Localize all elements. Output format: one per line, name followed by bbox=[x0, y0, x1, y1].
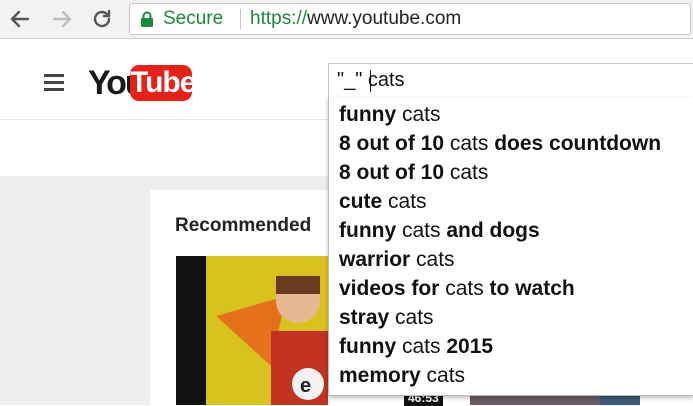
reload-button[interactable] bbox=[90, 7, 114, 31]
svg-text:e: e bbox=[300, 375, 311, 397]
suggestion-query-match: cats bbox=[389, 306, 434, 329]
address-divider bbox=[240, 9, 241, 29]
suggestion-item[interactable]: stray cats bbox=[339, 303, 434, 332]
suggestion-item[interactable]: funny cats bbox=[339, 100, 441, 129]
browser-toolbar: Secure https://www.youtube.com bbox=[0, 0, 693, 39]
thumbnail-image: e bbox=[176, 256, 328, 405]
suggestion-completion: does countdown bbox=[494, 132, 662, 155]
suggestion-completion: videos for bbox=[339, 277, 440, 300]
suggestion-query-match: cats bbox=[420, 364, 466, 387]
suggestion-query-match: cats bbox=[444, 161, 489, 184]
suggestion-completion: memory bbox=[339, 364, 421, 387]
security-label: Secure bbox=[163, 8, 224, 29]
suggestion-completion: to watch bbox=[489, 277, 575, 300]
suggestion-query-match: cats bbox=[410, 248, 455, 271]
arrow-right-icon bbox=[52, 10, 72, 28]
video-thumbnail[interactable]: e bbox=[176, 256, 328, 405]
suggestion-completion: funny bbox=[339, 103, 397, 126]
suggestion-completion: 8 out of 10 bbox=[339, 161, 445, 184]
suggestion-query-match: cats bbox=[382, 190, 427, 213]
suggestion-completion: 2015 bbox=[446, 335, 494, 358]
suggestion-completion: 8 out of 10 bbox=[339, 132, 445, 155]
suggestion-item[interactable]: cute cats bbox=[339, 187, 427, 216]
reload-icon bbox=[93, 9, 111, 28]
forward-button[interactable] bbox=[50, 7, 74, 31]
url-scheme: https:// bbox=[250, 8, 308, 29]
suggestion-item[interactable]: warrior cats bbox=[339, 245, 455, 274]
suggestion-query-match: cats bbox=[444, 132, 495, 155]
search-suggestions-dropdown: funny cats 8 out of 10 cats does countdow… bbox=[328, 97, 693, 396]
suggestion-query-match: cats bbox=[396, 335, 447, 358]
suggestion-completion: funny bbox=[339, 335, 397, 358]
suggestion-item[interactable]: 8 out of 10 cats does countdown bbox=[339, 129, 661, 158]
menu-icon[interactable] bbox=[44, 74, 64, 91]
suggestion-completion: and dogs bbox=[446, 219, 540, 242]
url-text[interactable]: https://www.youtube.com bbox=[250, 8, 461, 30]
suggestion-query-match: cats bbox=[439, 277, 490, 300]
suggestion-completion: funny bbox=[339, 219, 397, 242]
suggestion-item[interactable]: memory cats bbox=[339, 361, 465, 390]
suggestion-item[interactable]: funny cats and dogs bbox=[339, 216, 540, 245]
suggestion-completion: stray bbox=[339, 306, 390, 329]
back-button[interactable] bbox=[8, 7, 32, 31]
suggestion-item[interactable]: funny cats 2015 bbox=[339, 332, 493, 361]
arrow-left-icon bbox=[10, 10, 30, 28]
section-title: Recommended bbox=[175, 215, 312, 236]
suggestion-query-match: cats bbox=[396, 219, 447, 242]
suggestion-item[interactable]: videos for cats to watch bbox=[339, 274, 575, 303]
suggestion-completion: warrior bbox=[339, 248, 411, 271]
suggestion-completion: cute bbox=[339, 190, 383, 213]
logo-tube-text: Tube bbox=[130, 65, 196, 101]
url-host: www.youtube.com bbox=[307, 8, 462, 29]
text-caret bbox=[370, 70, 371, 92]
suggestion-query-match: cats bbox=[396, 103, 441, 126]
suggestion-item[interactable]: 8 out of 10 cats bbox=[339, 158, 488, 187]
address-bar[interactable]: Secure https://www.youtube.com bbox=[129, 3, 691, 35]
search-input[interactable]: "_" cats bbox=[328, 63, 693, 99]
lock-icon bbox=[141, 11, 153, 27]
